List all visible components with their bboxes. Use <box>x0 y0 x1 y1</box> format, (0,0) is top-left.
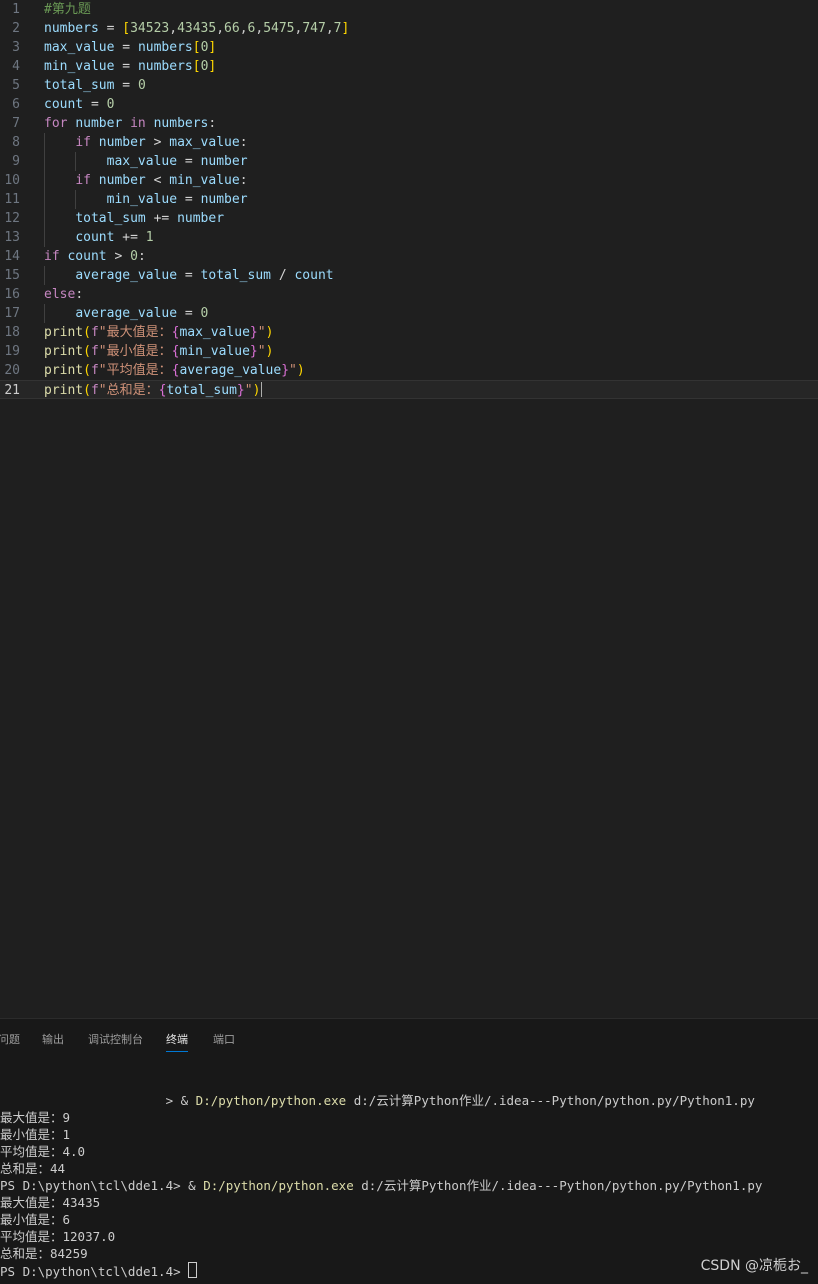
tab-ports[interactable]: 端口 <box>213 1031 235 1051</box>
indent-guide <box>44 266 45 285</box>
terminal-line: 平均值是：12037.0 <box>0 1229 116 1244</box>
code-text: print(f"平均值是：{average_value}") <box>44 363 305 378</box>
terminal-line: 总和是：44 <box>0 1161 66 1176</box>
code-line[interactable]: 11 min_value = number <box>0 190 818 209</box>
code-line[interactable]: 9 max_value = number <box>0 152 818 171</box>
tab-problems[interactable]: 问题 <box>0 1031 20 1051</box>
line-number: 6 <box>12 97 20 112</box>
code-line[interactable]: 19 print(f"最小值是：{min_value}") <box>0 342 818 361</box>
code-text: if number < min_value: <box>75 173 248 188</box>
line-number: 17 <box>4 306 20 321</box>
code-line[interactable]: 18 print(f"最大值是：{max_value}") <box>0 323 818 342</box>
indent-guide <box>44 133 45 247</box>
terminal-line: > & D:/python/python.exe d:/云计算Python作业/… <box>0 1093 755 1108</box>
code-line[interactable]: 14 if count > 0: <box>0 247 818 266</box>
code-text: min_value = numbers[0] <box>44 59 217 74</box>
line-number: 14 <box>4 249 20 264</box>
code-line[interactable]: 10 if number < min_value: <box>0 171 818 190</box>
code-line[interactable]: 3 max_value = numbers[0] <box>0 38 818 57</box>
line-number: 12 <box>4 211 20 226</box>
line-number: 9 <box>12 154 20 169</box>
terminal-line: 最小值是：1 <box>0 1127 71 1142</box>
code-line[interactable]: 1 #第九题 <box>0 0 818 19</box>
code-text: else: <box>44 287 84 302</box>
code-text: print(f"最小值是：{min_value}") <box>44 344 274 359</box>
code-text: for number in numbers: <box>44 116 217 131</box>
terminal-cursor <box>188 1262 198 1278</box>
line-number: 7 <box>12 116 20 131</box>
code-line[interactable]: 20 print(f"平均值是：{average_value}") <box>0 361 818 380</box>
code-line[interactable]: 13 count += 1 <box>0 228 818 247</box>
bottom-panel: 问题 输出 调试控制台 终端 端口 > & D:/python/python.e… <box>0 1018 818 1284</box>
terminal-line: PS D:\python\tcl\dde1.4> & D:/python/pyt… <box>0 1178 763 1193</box>
indent-guide <box>44 304 45 323</box>
code-text: average_value = 0 <box>75 306 209 321</box>
terminal-line: 总和是：84259 <box>0 1246 88 1261</box>
code-line[interactable]: 16 else: <box>0 285 818 304</box>
code-text: print(f"总和是：{total_sum}") <box>44 383 261 398</box>
line-number: 20 <box>4 363 20 378</box>
line-number: 11 <box>4 192 20 207</box>
line-number: 16 <box>4 287 20 302</box>
code-text: total_sum = 0 <box>44 78 146 93</box>
line-number: 1 <box>12 2 20 17</box>
code-line[interactable]: 7 for number in numbers: <box>0 114 818 133</box>
code-text: print(f"最大值是：{max_value}") <box>44 325 274 340</box>
line-number: 13 <box>4 230 20 245</box>
code-text: count += 1 <box>75 230 154 245</box>
terminal-line: PS D:\python\tcl\dde1.4> <box>0 1262 198 1280</box>
line-number: 5 <box>12 78 20 93</box>
tab-output[interactable]: 输出 <box>42 1031 64 1051</box>
code-line[interactable]: 8 if number > max_value: <box>0 133 818 152</box>
code-text: average_value = total_sum / count <box>75 268 334 283</box>
terminal-line: 最大值是：9 <box>0 1110 71 1125</box>
code-line[interactable]: 6 count = 0 <box>0 95 818 114</box>
line-number: 19 <box>4 344 20 359</box>
code-text: count = 0 <box>44 97 115 112</box>
code-line[interactable]: 12 total_sum += number <box>0 209 818 228</box>
line-number: 15 <box>4 268 20 283</box>
terminal-line: 平均值是：4.0 <box>0 1144 86 1159</box>
code-line[interactable]: 2 numbers = [34523,43435,66,6,5475,747,7] <box>0 19 818 38</box>
code-text: total_sum += number <box>75 211 225 226</box>
indent-guide <box>75 190 76 209</box>
code-editor[interactable]: 1 #第九题 2 numbers = [34523,43435,66,6,5475,7… <box>0 0 818 1018</box>
line-number: 8 <box>12 135 20 150</box>
code-line[interactable]: 21 print(f"总和是：{total_sum}") <box>0 380 818 399</box>
line-number: 10 <box>4 173 20 188</box>
line-number: 18 <box>4 325 20 340</box>
code-text: numbers = [34523,43435,66,6,5475,747,7] <box>44 21 350 36</box>
watermark: CSDN @凉栀お_ <box>700 1258 808 1274</box>
line-number: 21 <box>4 383 20 398</box>
tab-debug-console[interactable]: 调试控制台 <box>88 1031 143 1051</box>
code-line[interactable]: 4 min_value = numbers[0] <box>0 57 818 76</box>
indent-guide <box>75 152 76 171</box>
line-number: 3 <box>12 40 20 55</box>
text-caret <box>261 382 262 397</box>
terminal-line: 最小值是：6 <box>0 1212 71 1227</box>
code-text: if count > 0: <box>44 249 146 264</box>
code-text: max_value = numbers[0] <box>44 40 217 55</box>
line-number: 2 <box>12 21 20 36</box>
code-line[interactable]: 15 average_value = total_sum / count <box>0 266 818 285</box>
code-line[interactable]: 17 average_value = 0 <box>0 304 818 323</box>
line-number: 4 <box>12 59 20 74</box>
terminal-line: 最大值是：43435 <box>0 1195 101 1210</box>
code-line[interactable]: 5 total_sum = 0 <box>0 76 818 95</box>
tab-terminal[interactable]: 终端 <box>166 1031 188 1052</box>
code-text: #第九题 <box>44 2 91 17</box>
code-text: if number > max_value: <box>75 135 248 150</box>
